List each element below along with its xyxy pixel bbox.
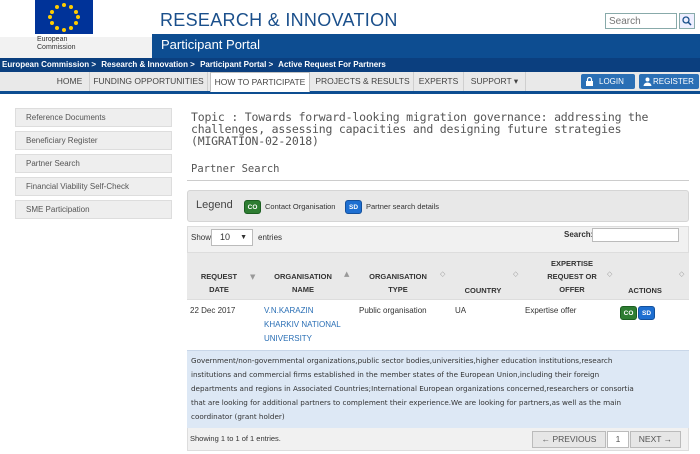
description-line: that are looking for additional partners… — [191, 398, 622, 407]
cell-organisation-name[interactable]: V.N.KARAZIN KHARKIV NATIONAL UNIVERSITY — [264, 304, 341, 346]
description-line: departments and regions in Associated Co… — [191, 384, 634, 393]
sidebar-item-partner-search[interactable]: Partner Search — [15, 154, 172, 173]
sort-icon[interactable]: ▼ — [250, 273, 255, 281]
table-info: Showing 1 to 1 of 1 entries. — [190, 434, 281, 443]
section-title: Partner Search — [191, 163, 280, 175]
table-search-input[interactable] — [592, 228, 679, 242]
description-line: Government/non-governmental organization… — [191, 356, 613, 365]
register-button[interactable]: REGISTER — [639, 74, 699, 89]
search-button[interactable] — [679, 13, 695, 29]
logo-text-european: European — [37, 36, 68, 43]
nav-support[interactable]: SUPPORT ▾ — [464, 72, 526, 91]
table-search-label: Search: — [564, 230, 594, 239]
cell-country: UA — [455, 306, 467, 315]
next-page-button[interactable]: NEXT → — [630, 431, 681, 448]
site-search-input[interactable] — [605, 13, 677, 29]
table-row: 22 Dec 2017 V.N.KARAZIN KHARKIV NATIONAL… — [187, 300, 689, 350]
divider — [187, 180, 689, 181]
legend-sd-text: Partner search details — [366, 202, 439, 211]
entries-label: entries — [258, 233, 283, 242]
sidebar-item-financial-viability[interactable]: Financial Viability Self-Check — [15, 177, 172, 196]
table-header: REQUEST DATE ▼ ORGANISATION NAME ▲ ORGAN… — [187, 252, 689, 300]
legend-label: Legend — [196, 199, 233, 211]
sort-asc-icon[interactable]: ▲ — [344, 270, 349, 278]
sidebar-item-sme-participation[interactable]: SME Participation — [15, 200, 172, 219]
breadcrumb-item[interactable]: Research & Innovation > — [101, 60, 195, 69]
login-button[interactable]: LOGIN — [581, 74, 635, 89]
breadcrumb-item[interactable]: Participant Portal > — [200, 60, 273, 69]
breadcrumb-item[interactable]: European Commission > — [2, 60, 96, 69]
contact-organisation-badge: CO — [244, 200, 261, 214]
legend-box: Legend CO Contact Organisation SD Partne… — [187, 190, 689, 222]
portal-title[interactable]: Participant Portal — [161, 37, 260, 52]
sort-icon[interactable]: ◇ — [607, 270, 612, 278]
nav-experts[interactable]: EXPERTS — [414, 72, 464, 91]
partner-search-details-badge: SD — [345, 200, 362, 214]
previous-page-button[interactable]: ← PREVIOUS — [532, 431, 606, 448]
col-country[interactable]: COUNTRY — [455, 284, 511, 297]
col-request-date[interactable]: REQUEST DATE — [193, 270, 245, 296]
user-icon — [643, 77, 652, 86]
page-size-select[interactable]: 10 ▼ — [211, 229, 253, 246]
caret-down-icon: ▼ — [240, 234, 247, 241]
contact-organisation-button[interactable]: CO — [620, 306, 637, 320]
page-number-button[interactable]: 1 — [607, 431, 629, 448]
page-size-value: 10 — [220, 232, 231, 242]
partner-search-details-button[interactable]: SD — [638, 306, 655, 320]
description-line: coordinator (grant holder) — [191, 412, 285, 421]
show-label: Show — [191, 233, 212, 242]
site-title[interactable]: RESEARCH & INNOVATION — [160, 10, 398, 31]
european-commission-logo[interactable]: European Commission — [35, 0, 93, 52]
nav-how-to-participate[interactable]: HOW TO PARTICIPATE — [210, 72, 310, 92]
logo-text-commission: Commission — [37, 44, 76, 51]
cell-expertise: Expertise offer — [525, 306, 577, 315]
nav-funding-opportunities[interactable]: FUNDING OPPORTUNITIES — [90, 72, 208, 91]
col-organisation-type[interactable]: ORGANISATION TYPE — [357, 270, 439, 296]
topic-line: (MIGRATION-02-2018) — [191, 134, 319, 148]
partner-description: Government/non-governmental organization… — [187, 350, 689, 428]
page-title: Topic : Towards forward-looking migratio… — [191, 111, 691, 147]
breadcrumb-item-current: Active Request For Partners — [278, 60, 386, 69]
description-line: institutions and commercial firms establ… — [191, 370, 600, 379]
nav-home[interactable]: HOME — [50, 72, 90, 91]
search-icon — [682, 16, 692, 26]
col-actions: ACTIONS — [628, 286, 662, 295]
sidebar-item-beneficiary-register[interactable]: Beneficiary Register — [15, 131, 172, 150]
sidebar-item-reference-documents[interactable]: Reference Documents — [15, 108, 172, 127]
sort-icon[interactable]: ◇ — [679, 270, 684, 278]
sort-icon[interactable]: ◇ — [513, 270, 518, 278]
login-label: LOGIN — [599, 77, 624, 86]
eu-flag-icon — [35, 0, 93, 34]
col-expertise[interactable]: EXPERTISE REQUEST OR OFFER — [527, 257, 617, 296]
col-organisation-name[interactable]: ORGANISATION NAME — [262, 270, 344, 296]
legend-co-text: Contact Organisation — [265, 202, 336, 211]
nav-projects-results[interactable]: PROJECTS & RESULTS — [312, 72, 414, 91]
sidebar: Reference Documents Beneficiary Register… — [15, 108, 172, 223]
breadcrumb: European Commission > Research & Innovat… — [0, 58, 700, 72]
cell-request-date: 22 Dec 2017 — [190, 306, 236, 315]
lock-icon — [586, 77, 593, 86]
register-label: REGISTER — [653, 77, 694, 86]
sort-icon[interactable]: ◇ — [440, 270, 445, 278]
cell-organisation-type: Public organisation — [359, 306, 427, 315]
